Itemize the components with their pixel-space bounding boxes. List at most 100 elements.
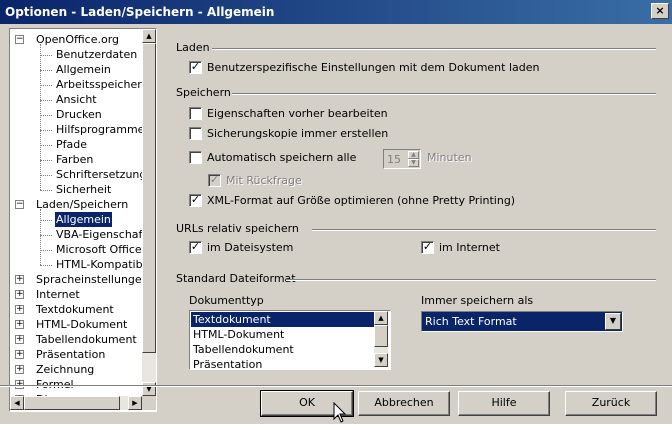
doctype-listbox[interactable]: Textdokument HTML-Dokument Tabellendokumen… [189, 310, 391, 370]
url-internet-label[interactable]: im Internet [439, 241, 500, 254]
expand-icon[interactable]: + [15, 275, 24, 284]
tree-connector [40, 265, 52, 266]
autosave-checkbox[interactable] [189, 151, 202, 164]
button-separator [0, 385, 672, 387]
tree-connector [40, 175, 52, 176]
scroll-down-icon[interactable]: ▼ [374, 353, 388, 367]
url-internet-checkbox[interactable]: ✓ [421, 241, 434, 254]
expand-icon[interactable]: + [15, 320, 24, 329]
tree-item[interactable]: Farben [55, 152, 94, 167]
expand-icon[interactable]: + [15, 350, 24, 359]
tree-connector [40, 100, 52, 101]
doctype-scroll-thumb[interactable] [374, 325, 388, 347]
tree-hscroll-thumb[interactable] [24, 396, 120, 410]
expand-icon[interactable]: + [15, 305, 24, 314]
user-settings-checkbox[interactable]: ✓ [189, 61, 202, 74]
check-icon: ✓ [422, 240, 433, 253]
tree-connector [40, 55, 52, 56]
autosave-unit-label: Minuten [427, 151, 472, 164]
scroll-up-icon[interactable]: ▲ [142, 29, 156, 43]
chevron-down-icon[interactable]: ▼ [605, 313, 621, 330]
format-heading: Standard Dateiformat [176, 272, 296, 285]
backup-label[interactable]: Sicherungskopie immer erstellen [207, 127, 388, 140]
tree-connector [40, 130, 52, 131]
tree-item[interactable]: Pfade [55, 137, 88, 152]
url-filesystem-label[interactable]: im Dateisystem [207, 241, 293, 254]
format-separator [286, 279, 656, 281]
tree-connector [40, 85, 52, 86]
tree-item[interactable]: Zeichnung [35, 362, 95, 377]
edit-properties-checkbox[interactable] [189, 107, 202, 120]
tree-item[interactable]: Arbeitsspeicher [55, 77, 143, 92]
save-as-value: Rich Text Format [425, 315, 517, 328]
close-button[interactable]: × [651, 3, 669, 19]
laden-heading: Laden [176, 41, 210, 54]
user-settings-label[interactable]: Benutzerspezifische Einstellungen mit de… [207, 61, 539, 74]
tree-vscrollbar[interactable]: ▲ ▼ [142, 29, 156, 396]
list-item[interactable]: Textdokument [191, 312, 374, 327]
expand-icon[interactable]: + [15, 290, 24, 299]
tree-item[interactable]: Textdokument [35, 302, 115, 317]
window-title: Optionen - Laden/Speichern - Allgemein [5, 5, 275, 19]
prompt-label[interactable]: Mit Rückfrage [226, 174, 302, 187]
backup-checkbox[interactable] [189, 127, 202, 140]
tree-item[interactable]: HTML-Dokument [35, 317, 128, 332]
url-filesystem-checkbox[interactable]: ✓ [189, 241, 202, 254]
check-icon: ✓ [190, 60, 201, 73]
expand-icon[interactable]: + [15, 365, 24, 374]
autosave-minutes-spinner[interactable]: 15 ▲ ▼ [383, 149, 421, 169]
tree-connector [40, 160, 52, 161]
tree-connector [40, 115, 52, 116]
help-button[interactable]: Hilfe [458, 391, 550, 416]
tree-item[interactable]: Präsentation [35, 347, 106, 362]
options-tree[interactable]: − OpenOffice.org Benutzerdaten Allgemein Arb… [9, 28, 157, 412]
laden-separator [212, 48, 656, 50]
tree-item[interactable]: Laden/Speichern [35, 197, 129, 212]
tree-item[interactable]: Ansicht [55, 92, 98, 107]
scroll-right-icon[interactable]: ▶ [128, 396, 142, 410]
tree-item[interactable]: Spracheinstellungen [35, 272, 150, 287]
list-item[interactable]: Präsentation [191, 357, 374, 369]
tree-hscrollbar[interactable]: ◀ ▶ [10, 396, 142, 410]
expand-icon[interactable]: + [15, 335, 24, 344]
scroll-left-icon[interactable]: ◀ [10, 396, 24, 410]
collapse-icon[interactable]: − [15, 200, 24, 209]
list-item[interactable]: Tabellendokument [191, 342, 374, 357]
check-icon: ✓ [190, 193, 201, 206]
collapse-icon[interactable]: − [15, 35, 24, 44]
scroll-up-icon[interactable]: ▲ [374, 311, 388, 325]
tree-item[interactable]: Hilfsprogramme [55, 122, 145, 137]
prompt-checkbox[interactable]: ✓ [208, 174, 221, 187]
tree-item[interactable]: Allgemein [55, 62, 112, 77]
doctype-scrollbar[interactable]: ▲ ▼ [374, 311, 388, 367]
cancel-button[interactable]: Abbrechen [358, 391, 450, 416]
tree-connector [40, 235, 52, 236]
check-icon: ✓ [209, 173, 220, 186]
spin-up-icon[interactable]: ▲ [408, 151, 419, 159]
xml-optimize-label[interactable]: XML-Format auf Größe optimieren (ohne Pr… [207, 194, 515, 207]
tree-vscroll-thumb[interactable] [142, 43, 156, 353]
save-as-combobox[interactable]: Rich Text Format ▼ [421, 311, 623, 332]
tree-item[interactable]: Schriftersetzung [55, 167, 147, 182]
tree-connector [40, 190, 52, 191]
doctype-label: Dokumenttyp [189, 294, 264, 307]
xml-optimize-checkbox[interactable]: ✓ [189, 194, 202, 207]
edit-properties-label[interactable]: Eigenschaften vorher bearbeiten [207, 107, 388, 120]
tree-item[interactable]: Benutzerdaten [55, 47, 138, 62]
urls-heading: URLs relativ speichern [176, 222, 299, 235]
list-item[interactable]: HTML-Dokument [191, 327, 374, 342]
autosave-label[interactable]: Automatisch speichern alle [207, 151, 356, 164]
tree-item[interactable]: Tabellendokument [35, 332, 138, 347]
urls-separator [312, 229, 656, 231]
tree-item[interactable]: OpenOffice.org [35, 32, 120, 47]
scroll-corner [142, 396, 156, 410]
tree-item[interactable]: Microsoft Office [55, 242, 143, 257]
spin-down-icon[interactable]: ▼ [408, 159, 419, 167]
back-button[interactable]: Zurück [565, 391, 657, 416]
tree-connector [40, 44, 41, 190]
tree-item[interactable]: Drucken [55, 107, 103, 122]
tree-item[interactable]: Allgemein [55, 212, 112, 227]
tree-item[interactable]: Sicherheit [55, 182, 112, 197]
tree-connector [40, 70, 52, 71]
tree-item[interactable]: Internet [35, 287, 81, 302]
